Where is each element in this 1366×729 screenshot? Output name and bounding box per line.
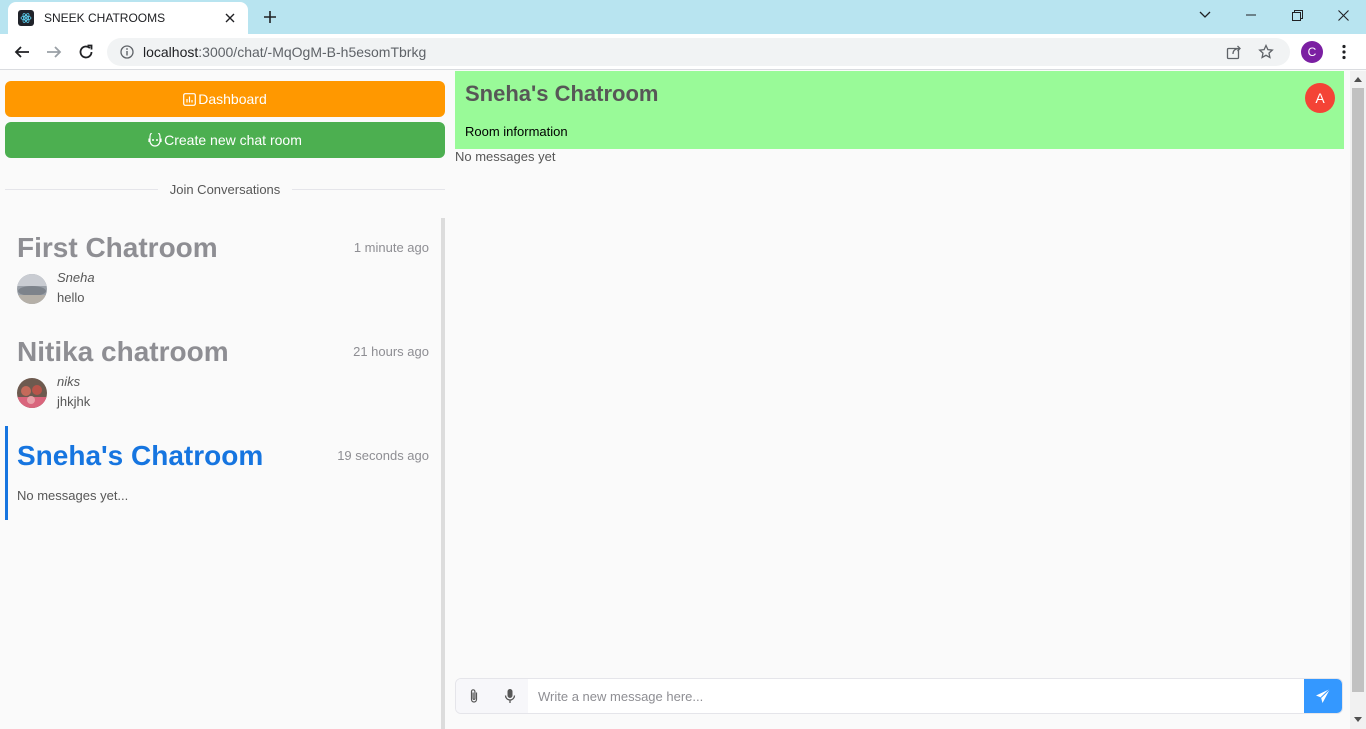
chatroom-list: First Chatroom 1 minute ago Sneha hello …	[5, 218, 441, 729]
chatroom-item[interactable]: First Chatroom 1 minute ago Sneha hello	[5, 218, 441, 312]
browser-menu-icon[interactable]	[1334, 40, 1354, 64]
create-room-label: Create new chat room	[164, 132, 302, 148]
message-preview: jhkjhk	[57, 394, 91, 409]
minimize-icon[interactable]	[1228, 0, 1274, 30]
scroll-up-arrow-icon[interactable]	[1354, 75, 1362, 83]
dashboard-button[interactable]: Dashboard	[5, 81, 445, 117]
avatar	[17, 274, 47, 304]
reload-icon[interactable]	[74, 40, 98, 64]
create-chat-room-button[interactable]: Create new chat room	[5, 122, 445, 158]
url-path: :3000/chat/-MqOgM-B-h5esomTbrkg	[198, 44, 427, 60]
share-icon[interactable]	[1222, 40, 1246, 64]
chat-main: Sneha's Chatroom A Room information No m…	[455, 71, 1350, 729]
message-preview: No messages yet...	[17, 488, 129, 503]
send-icon	[1316, 688, 1331, 703]
restore-icon[interactable]	[1274, 0, 1320, 30]
chatroom-title: Sneha's Chatroom	[17, 440, 264, 471]
back-arrow-icon[interactable]	[10, 40, 34, 64]
dashboard-label: Dashboard	[198, 91, 267, 107]
react-favicon-icon	[18, 10, 34, 26]
attachment-icon[interactable]	[456, 679, 492, 713]
chatroom-time: 21 hours ago	[353, 344, 429, 359]
browser-tab-bar: SNEEK CHATROOMS	[0, 0, 1366, 34]
room-information-link[interactable]: Room information	[465, 124, 568, 139]
message-author: niks	[57, 374, 81, 389]
message-author: Sneha	[57, 270, 95, 285]
divider-line-left	[5, 188, 158, 190]
forward-arrow-icon[interactable]	[42, 40, 66, 64]
profile-avatar[interactable]: C	[1301, 41, 1323, 63]
message-input[interactable]	[528, 679, 1304, 713]
tab-title: SNEEK CHATROOMS	[44, 11, 166, 25]
create-room-icon	[148, 133, 162, 147]
user-avatar[interactable]: A	[1305, 83, 1335, 113]
chatroom-time: 1 minute ago	[353, 240, 429, 255]
sidebar-scrollbar[interactable]	[441, 218, 445, 729]
chatroom-item-active[interactable]: Sneha's Chatroom 19 seconds ago No messa…	[5, 426, 441, 520]
browser-toolbar: localhost:3000/chat/-MqOgM-B-h5esomTbrkg…	[0, 34, 1366, 70]
address-bar[interactable]: localhost:3000/chat/-MqOgM-B-h5esomTbrkg	[107, 38, 1290, 66]
dashboard-icon	[183, 92, 197, 106]
microphone-icon[interactable]	[492, 679, 528, 713]
chatroom-item[interactable]: Nitika chatroom 21 hours ago niks jhkjhk	[5, 322, 441, 416]
divider-line-right	[292, 188, 445, 190]
room-title: Sneha's Chatroom	[465, 81, 659, 106]
close-window-icon[interactable]	[1320, 0, 1366, 30]
room-header: Sneha's Chatroom A Room information	[455, 71, 1344, 149]
tab-search-chevron-icon[interactable]	[1182, 0, 1228, 30]
chatroom-title: Nitika chatroom	[17, 336, 229, 367]
avatar	[17, 378, 47, 408]
new-tab-plus-icon[interactable]	[259, 6, 281, 28]
sidebar: Dashboard Create new chat room Join Conv…	[0, 71, 450, 729]
bookmark-star-icon[interactable]	[1254, 40, 1278, 64]
scroll-down-arrow-icon[interactable]	[1354, 715, 1362, 723]
send-button[interactable]	[1304, 679, 1342, 713]
scrollbar-thumb[interactable]	[1352, 88, 1364, 692]
message-composer	[455, 678, 1343, 714]
url-text: localhost:3000/chat/-MqOgM-B-h5esomTbrkg	[143, 44, 1214, 60]
message-preview: hello	[57, 290, 85, 305]
chatroom-title: First Chatroom	[17, 232, 218, 263]
join-conversations-divider: Join Conversations	[5, 179, 445, 199]
divider-label: Join Conversations	[169, 181, 281, 197]
chatroom-time: 19 seconds ago	[337, 448, 429, 463]
empty-messages-text: No messages yet	[455, 149, 556, 164]
tab-close-icon[interactable]	[222, 10, 238, 26]
site-info-icon[interactable]	[119, 44, 135, 60]
url-host: localhost	[143, 44, 199, 60]
page-scrollbar[interactable]	[1350, 71, 1366, 729]
browser-tab[interactable]: SNEEK CHATROOMS	[8, 2, 248, 34]
